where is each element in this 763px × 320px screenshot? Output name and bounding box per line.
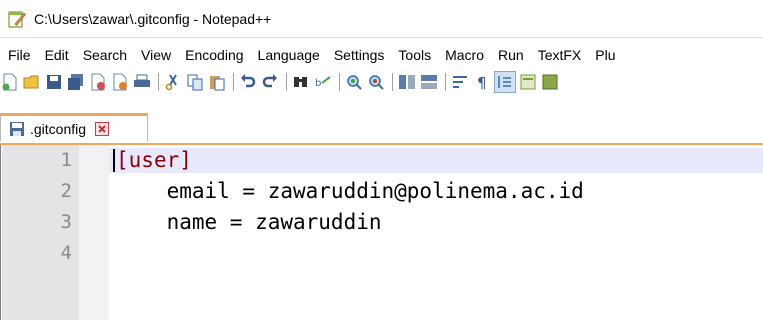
text-caret bbox=[113, 149, 115, 172]
zoom-out-icon[interactable] bbox=[366, 72, 386, 92]
menu-language[interactable]: Language bbox=[251, 47, 327, 63]
menu-edit[interactable]: Edit bbox=[38, 47, 76, 63]
function-list-icon[interactable] bbox=[540, 72, 560, 92]
menu-plugins[interactable]: Plu bbox=[588, 47, 622, 63]
close-icon[interactable] bbox=[95, 121, 110, 136]
new-file-icon[interactable] bbox=[0, 72, 20, 92]
toolbar-separator bbox=[233, 73, 234, 91]
tab-bar: .gitconfig bbox=[0, 99, 763, 145]
menu-textfx[interactable]: TextFX bbox=[531, 47, 589, 63]
document-map-icon[interactable] bbox=[518, 72, 538, 92]
editor-area[interactable]: 1 2 3 4 [user] email = zawaruddin@poline… bbox=[0, 145, 763, 320]
save-icon[interactable] bbox=[44, 72, 64, 92]
svg-text:b: b bbox=[315, 78, 321, 89]
copy-icon[interactable] bbox=[185, 72, 205, 92]
menu-file[interactable]: File bbox=[0, 47, 38, 63]
fold-margin bbox=[79, 145, 109, 320]
line-number: 4 bbox=[60, 242, 72, 264]
section-open-bracket: [ bbox=[116, 148, 129, 172]
line-number: 1 bbox=[60, 149, 72, 171]
tab-gitconfig[interactable]: .gitconfig bbox=[0, 113, 148, 141]
section-name: user bbox=[128, 148, 180, 172]
toolbar: b ¶ bbox=[0, 69, 763, 95]
menu-settings[interactable]: Settings bbox=[327, 47, 392, 63]
menu-encoding[interactable]: Encoding bbox=[178, 47, 250, 63]
find-icon[interactable] bbox=[291, 72, 311, 92]
open-file-icon[interactable] bbox=[22, 72, 42, 92]
svg-text:¶: ¶ bbox=[477, 74, 487, 91]
word-wrap-icon[interactable] bbox=[450, 72, 470, 92]
line-number: 3 bbox=[60, 211, 72, 233]
code-line-2: email = zawaruddin@polinema.ac.id bbox=[116, 179, 584, 203]
menu-search[interactable]: Search bbox=[76, 47, 134, 63]
save-all-icon[interactable] bbox=[66, 72, 86, 92]
title-bar: C:\Users\zawar\.gitconfig - Notepad++ bbox=[0, 0, 763, 38]
menu-run[interactable]: Run bbox=[491, 47, 531, 63]
toolbar-separator bbox=[392, 73, 393, 91]
menu-bar: File Edit Search View Encoding Language … bbox=[0, 45, 763, 65]
toolbar-separator bbox=[286, 73, 287, 91]
toolbar-separator bbox=[158, 73, 159, 91]
toolbar-separator bbox=[339, 73, 340, 91]
current-line-highlight bbox=[109, 148, 763, 173]
section-close-bracket: ] bbox=[179, 148, 192, 172]
indent-guide-icon[interactable] bbox=[494, 71, 516, 93]
saved-file-icon bbox=[10, 121, 24, 136]
code-line-3: name = zawaruddin bbox=[116, 210, 382, 234]
menu-macro[interactable]: Macro bbox=[438, 47, 491, 63]
show-all-chars-icon[interactable]: ¶ bbox=[472, 72, 492, 92]
cut-icon[interactable] bbox=[163, 72, 183, 92]
paste-icon[interactable] bbox=[207, 72, 227, 92]
toolbar-separator bbox=[445, 73, 446, 91]
close-all-icon[interactable] bbox=[110, 72, 130, 92]
line-number: 2 bbox=[60, 180, 72, 202]
replace-icon[interactable]: b bbox=[313, 72, 333, 92]
close-icon[interactable] bbox=[88, 72, 108, 92]
sync-vertical-icon[interactable] bbox=[397, 72, 417, 92]
print-icon[interactable] bbox=[132, 72, 152, 92]
notepadpp-app-icon bbox=[8, 10, 26, 28]
menu-view[interactable]: View bbox=[134, 47, 178, 63]
zoom-in-icon[interactable] bbox=[344, 72, 364, 92]
window-title: C:\Users\zawar\.gitconfig - Notepad++ bbox=[34, 10, 272, 27]
tab-label: .gitconfig bbox=[30, 120, 87, 137]
code-line-1: [user] bbox=[116, 148, 192, 172]
undo-icon[interactable] bbox=[238, 72, 258, 92]
redo-icon[interactable] bbox=[260, 72, 280, 92]
menu-tools[interactable]: Tools bbox=[391, 47, 438, 63]
sync-horizontal-icon[interactable] bbox=[419, 72, 439, 92]
